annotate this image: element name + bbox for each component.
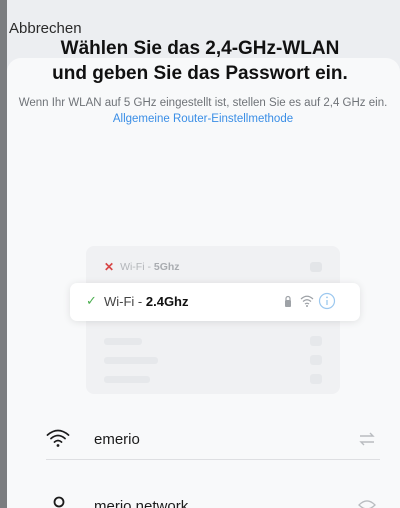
router-settings-link[interactable]: Allgemeine Router-Einstellmethode (113, 113, 293, 125)
key-icon (53, 496, 65, 508)
wifi-row-5ghz: ✕ Wi-Fi - 5Ghz (104, 260, 180, 274)
wifi-signal-icon (300, 295, 314, 307)
info-icon (318, 292, 336, 310)
title-line-2: und geben Sie das Passwort ein. (52, 63, 348, 84)
network-placeholder-2 (104, 357, 158, 364)
cancel-button[interactable]: Abbrechen (9, 20, 82, 37)
wifi-row-24ghz-band: 2.4Ghz (145, 294, 189, 309)
description: Wenn Ihr WLAN auf 5 GHz eingestellt ist,… (18, 95, 388, 127)
password-value[interactable]: merio network (94, 498, 188, 508)
switch-network-icon[interactable] (358, 432, 376, 446)
wifi-row-24ghz-prefix: Wi-Fi - (104, 294, 146, 309)
wifi-name-value[interactable]: emerio (94, 431, 140, 448)
page-title: Wählen Sie das 2,4-GHz-WLAN und geben Si… (0, 36, 400, 86)
lock-icon (285, 295, 291, 307)
network-placeholder-1 (104, 338, 142, 345)
network-placeholder-3-icon (310, 374, 322, 384)
wifi-row-5ghz-band: 5Ghz (153, 261, 180, 273)
wifi-icon (46, 429, 70, 447)
placeholder-icon (310, 262, 322, 272)
eye-icon[interactable] (358, 498, 376, 508)
wifi-name-field[interactable]: emerio (46, 418, 380, 460)
wifi-row-5ghz-prefix: Wi-Fi - (120, 261, 154, 273)
wifi-row-24ghz: ✓ Wi-Fi - 2.4Ghz (70, 283, 360, 321)
description-text: Wenn Ihr WLAN auf 5 GHz eingestellt ist,… (18, 97, 388, 109)
title-line-1: Wählen Sie das 2,4-GHz-WLAN (60, 38, 340, 59)
network-placeholder-2-icon (310, 355, 322, 365)
network-placeholder-3 (104, 376, 150, 383)
password-field[interactable]: merio network (46, 492, 380, 508)
network-placeholder-1-icon (310, 336, 322, 346)
check-icon: ✓ (86, 293, 97, 308)
x-icon: ✕ (104, 260, 115, 274)
